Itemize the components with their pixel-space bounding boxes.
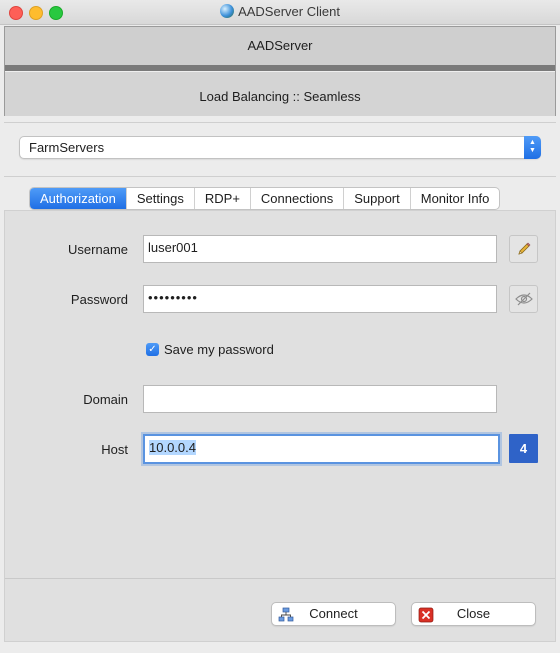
save-password-label: Save my password [164, 342, 274, 357]
username-input[interactable]: luser001 [143, 235, 497, 263]
eye-slash-icon [514, 292, 533, 306]
password-input[interactable]: ••••••••• [143, 285, 497, 313]
banner-mode: Load Balancing :: Seamless [5, 71, 555, 116]
edit-username-button[interactable] [509, 235, 538, 263]
window-title: AADServer Client [238, 4, 340, 19]
toggle-password-visibility-button[interactable] [509, 285, 538, 313]
app-globe-icon [220, 4, 235, 18]
banner-title: AADServer [5, 27, 555, 66]
domain-input[interactable] [143, 385, 497, 413]
password-label: Password [70, 292, 128, 307]
host-input[interactable]: 10.0.0.4 [143, 434, 500, 464]
username-label: Username [68, 242, 128, 257]
pencil-icon [517, 242, 530, 255]
connect-button[interactable]: Connect [271, 602, 396, 626]
tab-authorization[interactable]: Authorization [30, 188, 126, 209]
close-x-icon [418, 607, 434, 623]
domain-label: Domain [83, 392, 128, 407]
close-label: Close [456, 606, 491, 621]
farm-select[interactable]: FarmServers ▲ ▼ [19, 136, 541, 159]
tab-monitor-info[interactable]: Monitor Info [409, 188, 500, 209]
tab-connections[interactable]: Connections [249, 188, 343, 209]
tab-settings[interactable]: Settings [125, 188, 194, 209]
window-title-area: AADServer Client [0, 4, 560, 19]
tab-rdp-plus[interactable]: RDP+ [193, 188, 250, 209]
chevron-updown-icon: ▲ ▼ [524, 136, 541, 159]
panel-divider [5, 578, 555, 579]
network-icon [278, 607, 294, 622]
connect-label: Connect [309, 606, 358, 621]
server-banner: AADServer Load Balancing :: Seamless [4, 26, 556, 116]
tab-bar: Authorization Settings RDP+ Connections … [29, 187, 501, 210]
farm-select-value: FarmServers [29, 140, 105, 155]
close-button[interactable]: Close [411, 602, 536, 626]
host-input-value: 10.0.0.4 [149, 440, 196, 455]
host-count-badge: 4 [509, 434, 538, 463]
save-password-checkbox[interactable]: ✓ [146, 343, 159, 356]
separator [4, 176, 556, 177]
host-label: Host [101, 442, 128, 457]
separator [4, 122, 556, 123]
title-bar: AADServer Client [0, 0, 560, 25]
tab-support[interactable]: Support [343, 188, 410, 209]
authorization-panel [4, 210, 556, 642]
